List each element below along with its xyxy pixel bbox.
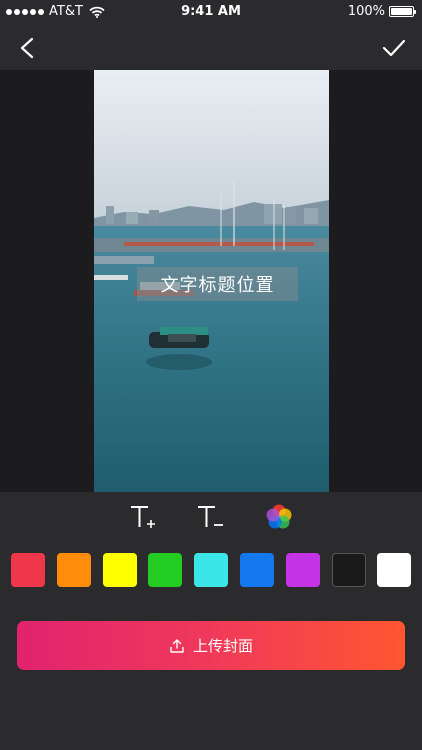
- preview-stage: 文字标题位置: [0, 70, 422, 492]
- battery-percent: 100%: [347, 4, 385, 19]
- color-palette: [0, 542, 422, 598]
- nav-bar: [0, 24, 422, 70]
- color-swatch-green[interactable]: [148, 553, 182, 587]
- confirm-button[interactable]: [380, 34, 408, 62]
- color-swatch-red[interactable]: [11, 553, 45, 587]
- title-text-overlay[interactable]: 文字标题位置: [137, 267, 298, 301]
- status-bar: AT&T 9:41 AM 100%: [0, 0, 422, 24]
- battery-icon: [389, 6, 416, 17]
- color-swatch-orange[interactable]: [57, 553, 91, 587]
- color-swatch-black[interactable]: [332, 553, 366, 587]
- color-palette-icon: [266, 504, 292, 529]
- text-size-increase-icon: [131, 506, 155, 528]
- color-picker-button[interactable]: [263, 502, 295, 532]
- back-button[interactable]: [14, 34, 42, 62]
- text-toolbar: [0, 492, 422, 542]
- status-right: 100%: [347, 4, 416, 19]
- upload-cover-button[interactable]: 上传封面: [17, 621, 405, 670]
- upload-icon: [170, 638, 184, 653]
- color-swatch-white[interactable]: [377, 553, 411, 587]
- color-swatch-yellow[interactable]: [103, 553, 137, 587]
- decrease-text-size-button[interactable]: [195, 502, 227, 532]
- upload-cover-label: 上传封面: [192, 637, 253, 655]
- color-swatch-purple[interactable]: [286, 553, 320, 587]
- color-swatch-cyan[interactable]: [194, 553, 228, 587]
- increase-text-size-button[interactable]: [128, 502, 160, 532]
- color-swatch-blue[interactable]: [240, 553, 274, 587]
- text-size-decrease-icon: [198, 506, 223, 527]
- chevron-left-icon: [20, 37, 34, 59]
- checkmark-icon: [382, 39, 406, 57]
